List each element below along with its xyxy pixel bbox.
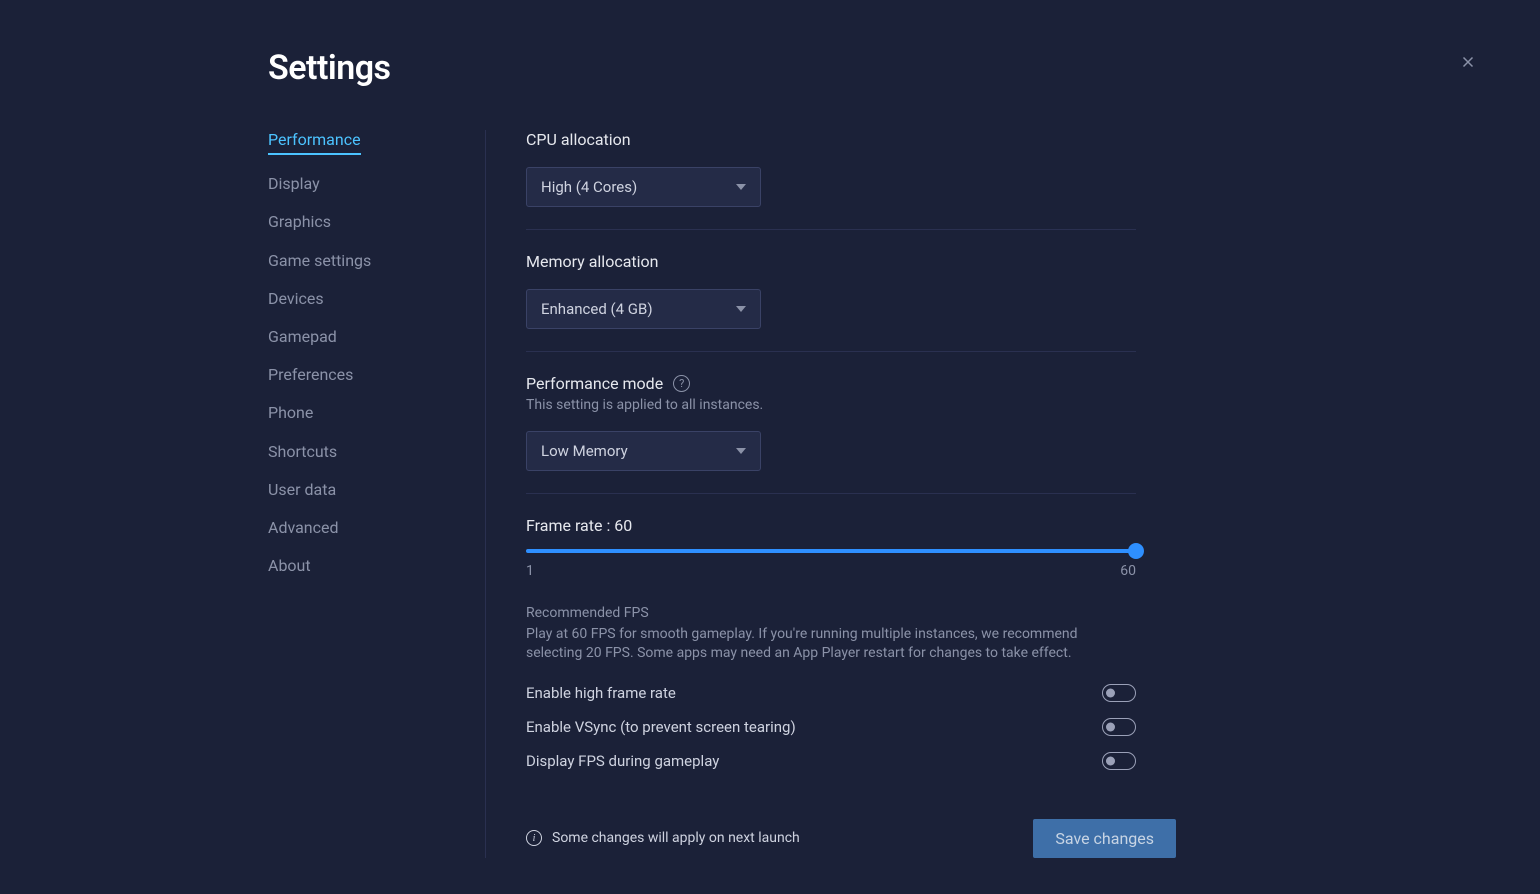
framerate-label: Frame rate : 60 (526, 516, 1136, 535)
recommended-title: Recommended FPS (526, 605, 1136, 621)
sidebar-item-shortcuts[interactable]: Shortcuts (268, 442, 337, 461)
section-perfmode: Performance mode ? This setting is appli… (526, 374, 1136, 494)
sidebar-item-phone[interactable]: Phone (268, 403, 313, 422)
settings-content: CPU allocation High (4 Cores) Memory all… (486, 130, 1136, 858)
page-title: Settings (268, 48, 1540, 88)
section-framerate: Frame rate : 60 1 60 Recommended FPS Pla… (526, 516, 1136, 771)
sidebar-item-advanced[interactable]: Advanced (268, 518, 339, 537)
cpu-select[interactable]: High (4 Cores) (526, 167, 761, 207)
cpu-label: CPU allocation (526, 130, 1136, 149)
sidebar-item-about[interactable]: About (268, 556, 311, 575)
toggle-high-frame[interactable] (1102, 684, 1136, 702)
perfmode-sub: This setting is applied to all instances… (526, 397, 1136, 413)
framerate-slider[interactable] (526, 549, 1136, 553)
memory-select[interactable]: Enhanced (4 GB) (526, 289, 761, 329)
toggle-row-high-frame: Enable high frame rate (526, 683, 1136, 703)
perfmode-select[interactable]: Low Memory (526, 431, 761, 471)
sidebar-item-preferences[interactable]: Preferences (268, 365, 353, 384)
toggle-knob (1106, 756, 1115, 765)
sidebar-item-performance[interactable]: Performance (268, 130, 361, 155)
framerate-max: 60 (1120, 563, 1136, 579)
toggle-label-vsync: Enable VSync (to prevent screen tearing) (526, 718, 796, 736)
perfmode-label: Performance mode ? (526, 374, 1136, 393)
chevron-down-icon (736, 448, 746, 454)
recommended-body: Play at 60 FPS for smooth gameplay. If y… (526, 625, 1136, 663)
toggle-display-fps[interactable] (1102, 752, 1136, 770)
sidebar-item-graphics[interactable]: Graphics (268, 212, 331, 231)
perfmode-select-value: Low Memory (541, 442, 628, 460)
framerate-slider-thumb[interactable] (1128, 543, 1144, 559)
framerate-value: 60 (614, 516, 632, 535)
close-button[interactable] (1452, 46, 1484, 78)
sidebar-item-display[interactable]: Display (268, 174, 320, 193)
memory-label: Memory allocation (526, 252, 1136, 271)
perfmode-label-text: Performance mode (526, 374, 663, 393)
toggle-vsync[interactable] (1102, 718, 1136, 736)
cpu-select-value: High (4 Cores) (541, 178, 637, 196)
sidebar-item-devices[interactable]: Devices (268, 289, 324, 308)
settings-sidebar: Performance Display Graphics Game settin… (268, 130, 486, 858)
toggle-row-vsync: Enable VSync (to prevent screen tearing) (526, 717, 1136, 737)
sidebar-item-gamepad[interactable]: Gamepad (268, 327, 337, 346)
info-icon: i (526, 830, 542, 846)
footer-note-text: Some changes will apply on next launch (552, 830, 800, 846)
section-cpu: CPU allocation High (4 Cores) (526, 130, 1136, 230)
chevron-down-icon (736, 306, 746, 312)
close-icon (1459, 53, 1477, 71)
framerate-label-prefix: Frame rate : (526, 516, 610, 535)
footer: i Some changes will apply on next launch… (526, 819, 1176, 858)
framerate-range: 1 60 (526, 563, 1136, 579)
toggle-knob (1106, 688, 1115, 697)
chevron-down-icon (736, 184, 746, 190)
section-memory: Memory allocation Enhanced (4 GB) (526, 252, 1136, 352)
framerate-min: 1 (526, 563, 534, 579)
memory-select-value: Enhanced (4 GB) (541, 300, 653, 318)
save-button[interactable]: Save changes (1033, 819, 1176, 858)
help-icon[interactable]: ? (673, 375, 690, 392)
toggle-label-high-frame: Enable high frame rate (526, 684, 676, 702)
sidebar-item-game-settings[interactable]: Game settings (268, 251, 371, 270)
toggle-knob (1106, 722, 1115, 731)
toggle-row-display-fps: Display FPS during gameplay (526, 751, 1136, 771)
toggle-label-display-fps: Display FPS during gameplay (526, 752, 719, 770)
sidebar-item-user-data[interactable]: User data (268, 480, 336, 499)
footer-note: i Some changes will apply on next launch (526, 830, 800, 846)
